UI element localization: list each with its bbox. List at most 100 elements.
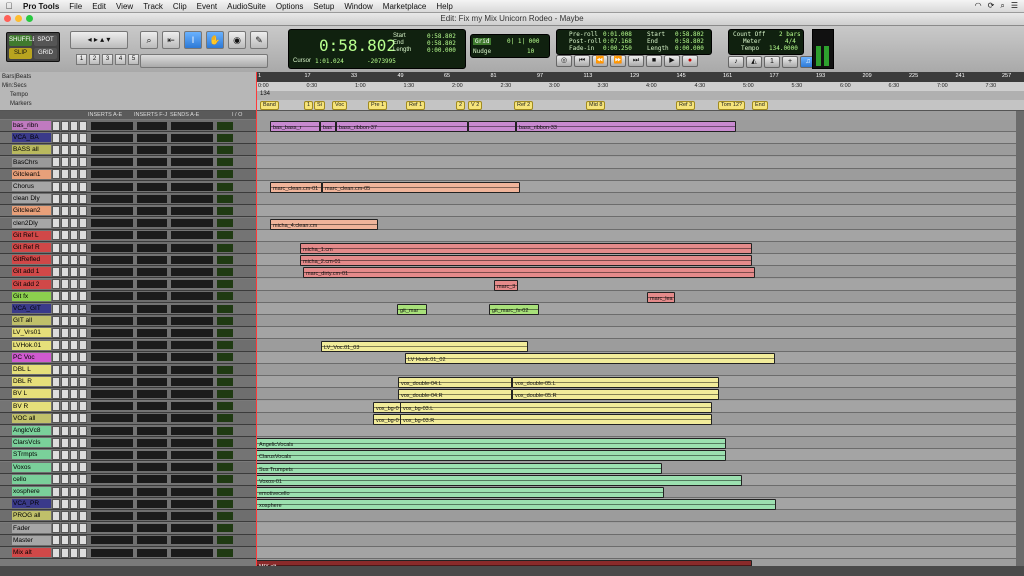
track-solo-button[interactable] [61,486,69,497]
track-rec-button[interactable] [52,327,60,338]
insert-slot[interactable] [137,231,167,240]
apple-icon[interactable]:  [0,1,18,11]
audio-clip[interactable]: vox_double-05.R [512,389,719,401]
track-rec-button[interactable] [52,376,60,387]
track-mute-button[interactable] [70,535,78,546]
track-solo-button[interactable] [61,535,69,546]
insert-slot[interactable] [91,170,133,179]
track-header[interactable]: Chorus [0,181,256,193]
pencil-tool-icon[interactable]: ✎ [250,31,268,49]
track-name[interactable]: Fader [12,523,51,533]
track-io[interactable] [217,438,233,447]
marker[interactable]: Ref 1 [406,101,426,110]
track-solo-button[interactable] [61,388,69,399]
zoom-icon[interactable] [26,15,33,22]
insert-slot[interactable] [137,463,167,472]
track-lane[interactable] [256,534,1024,547]
track-name[interactable]: Git add 2 [12,279,51,289]
track-name[interactable]: BV L [12,389,51,399]
track-view-button[interactable] [79,425,87,436]
track-view-button[interactable] [79,242,87,253]
track-view-button[interactable] [79,193,87,204]
track-view-button[interactable] [79,279,87,290]
track-view-button[interactable] [79,132,87,143]
track-rec-button[interactable] [52,144,60,155]
track-header[interactable]: Git add 1 [0,266,256,279]
track-header[interactable]: ClarsVcls [0,437,256,450]
track-header[interactable]: Git Ref R [0,242,256,254]
insert-slot[interactable] [91,499,133,508]
track-solo-button[interactable] [61,193,69,204]
track-view-button[interactable] [79,498,87,509]
spotlight-icon[interactable]: ⌕ [1000,1,1004,11]
insert-slot[interactable] [91,304,133,313]
track-name[interactable]: xosphere [12,487,51,496]
sends-slot[interactable] [171,255,213,264]
track-view-button[interactable] [79,327,87,338]
menu-event[interactable]: Event [192,2,222,11]
insert-slot[interactable] [91,353,133,362]
track-header[interactable]: AnglcVc8 [0,425,256,437]
insert-slot[interactable] [137,450,167,459]
sel-start-value[interactable]: 0:58.802 [427,33,456,40]
track-io[interactable] [217,463,233,472]
menu-help[interactable]: Help [431,2,457,11]
track-rec-button[interactable] [52,510,60,521]
insert-slot[interactable] [137,316,167,325]
audio-clip[interactable]: marc_lea [647,291,675,303]
audio-clip[interactable]: vox_bg-0 [373,401,401,413]
insert-slot[interactable] [137,328,167,337]
audio-clip[interactable]: vox_double-04.L [398,377,512,389]
track-mute-button[interactable] [70,474,78,485]
rtz-icon[interactable]: ⏮ [574,55,590,67]
insert-slot[interactable] [137,267,167,276]
track-header[interactable]: LVHok.01 [0,339,256,352]
nudge-label[interactable]: Nudge [473,48,491,55]
track-solo-button[interactable] [61,144,69,155]
track-name[interactable]: Git fx [12,291,51,301]
menu-file[interactable]: File [64,2,87,11]
track-view-button[interactable] [79,266,87,277]
sends-slot[interactable] [171,536,213,545]
track-header[interactable]: Git fx [0,290,256,303]
track-io[interactable] [217,158,233,167]
sends-slot[interactable] [171,524,213,533]
menu-edit[interactable]: Edit [87,2,111,11]
track-rec-button[interactable] [52,279,60,290]
insert-slot[interactable] [137,365,167,374]
insert-slot[interactable] [137,402,167,411]
track-mute-button[interactable] [70,510,78,521]
track-view-button[interactable] [79,413,87,424]
tempo-ruler[interactable]: 134 [256,91,1024,100]
tempo-value[interactable]: 134.0000 [769,45,798,52]
track-view-button[interactable] [79,474,87,485]
menu-track[interactable]: Track [138,2,168,11]
track-mute-button[interactable] [70,157,78,168]
track-rec-button[interactable] [52,425,60,436]
countoff-label[interactable]: Count Off [733,31,766,38]
zoom-preset-4[interactable]: 4 [115,54,126,65]
insert-slot[interactable] [137,145,167,154]
track-solo-button[interactable] [61,169,69,180]
track-view-button[interactable] [79,230,87,241]
track-mute-button[interactable] [70,266,78,277]
track-rec-button[interactable] [52,254,60,265]
track-header[interactable]: BV R [0,400,256,413]
track-name[interactable]: Gitclean1 [12,169,51,179]
audio-clip[interactable]: emotivecello [256,487,664,498]
track-view-button[interactable] [79,376,87,387]
track-lane[interactable] [256,327,1024,340]
track-io[interactable] [217,328,233,337]
track-name[interactable]: PROG all [12,511,51,521]
insert-slot[interactable] [137,194,167,203]
insert-slot[interactable] [137,414,167,423]
track-solo-button[interactable] [61,547,69,558]
end-icon[interactable]: ⏭ [628,55,644,67]
track-solo-button[interactable] [61,327,69,338]
mode-grid[interactable]: GRID [34,48,57,59]
track-name[interactable]: GitRefled [12,255,51,265]
sends-slot[interactable] [171,158,213,167]
track-mute-button[interactable] [70,242,78,253]
track-view-button[interactable] [79,340,87,351]
track-solo-button[interactable] [61,364,69,375]
